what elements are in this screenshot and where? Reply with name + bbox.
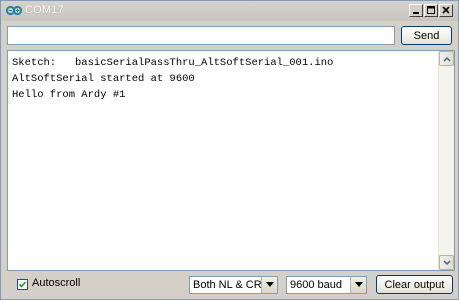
chevron-down-icon [355,282,363,287]
window-title: COM17 [25,4,64,16]
serial-monitor-window: COM17 Send Sketch: basicSerialPassThru_A… [0,0,459,300]
send-input[interactable] [7,26,395,45]
close-button[interactable] [439,4,453,17]
scroll-up-button[interactable] [439,51,454,66]
close-icon [442,6,450,14]
autoscroll-checkbox[interactable] [17,279,28,290]
serial-output-text: Sketch: basicSerialPassThru_AltSoftSeria… [12,55,333,103]
baud-rate-select[interactable]: 9600 baud [286,276,367,294]
line-ending-dropdown-button[interactable] [261,277,277,293]
baud-rate-value: 9600 baud [290,279,342,291]
line-ending-select[interactable]: Both NL & CR [189,276,278,294]
output-line: AltSoftSerial started at 9600 [12,73,195,85]
minimize-icon [413,12,419,14]
vertical-scrollbar[interactable] [438,51,454,270]
baud-rate-dropdown-button[interactable] [350,277,366,293]
line-ending-value: Both NL & CR [193,279,262,291]
chevron-down-icon [266,282,274,287]
title-bar[interactable]: COM17 [1,1,458,21]
checkmark-icon [18,281,27,288]
output-line: Hello from Ardy #1 [12,89,126,101]
maximize-icon [427,6,435,14]
clear-output-button[interactable]: Clear output [376,275,453,294]
maximize-button[interactable] [424,4,438,17]
minimize-button[interactable] [409,4,423,17]
serial-output-area[interactable]: Sketch: basicSerialPassThru_AltSoftSeria… [7,50,455,271]
autoscroll-label[interactable]: Autoscroll [32,277,80,289]
output-line: Sketch: basicSerialPassThru_AltSoftSeria… [12,57,334,69]
chevron-up-icon [443,56,451,62]
chevron-down-icon [443,260,451,266]
arduino-infinity-icon [6,5,22,16]
scroll-down-button[interactable] [439,255,454,270]
send-button[interactable]: Send [401,26,452,45]
